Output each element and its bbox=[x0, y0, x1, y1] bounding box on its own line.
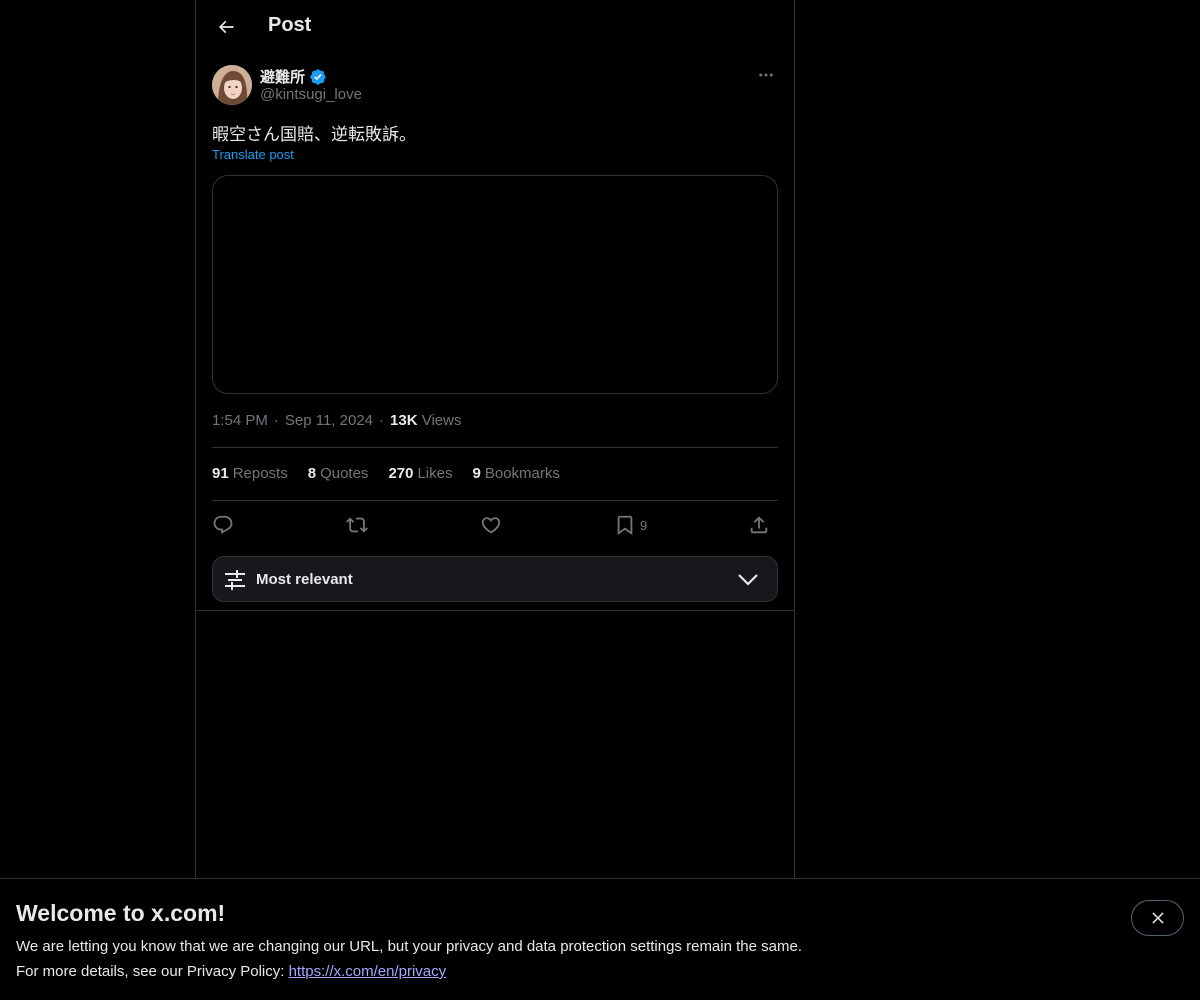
translate-post-link[interactable]: Translate post bbox=[212, 147, 294, 162]
close-icon bbox=[1151, 912, 1164, 924]
post-date[interactable]: Sep 11, 2024 bbox=[285, 412, 373, 429]
privacy-policy-link[interactable]: https://x.com/en/privacy bbox=[289, 963, 447, 980]
avatar[interactable] bbox=[212, 65, 252, 105]
meta-separator: · bbox=[273, 412, 279, 429]
stat-reposts[interactable]: 91 Reposts bbox=[212, 465, 288, 482]
banner-privacy-line: For more details, see our Privacy Policy… bbox=[16, 963, 446, 980]
stat-likes[interactable]: 270 Likes bbox=[388, 465, 452, 482]
stat-label: Quotes bbox=[320, 465, 369, 482]
display-name[interactable]: 避難所 bbox=[260, 66, 305, 87]
divider bbox=[212, 447, 778, 448]
like-button[interactable] bbox=[480, 510, 502, 540]
post-meta: 1:54 PM · Sep 11, 2024 · 13K Views bbox=[212, 412, 461, 429]
section-divider bbox=[196, 610, 794, 611]
stat-count: 8 bbox=[307, 465, 317, 482]
stat-quotes[interactable]: 8 Quotes bbox=[308, 465, 369, 482]
stat-count: 9 bbox=[472, 465, 481, 482]
views-label: Views bbox=[421, 412, 462, 429]
stat-label: Bookmarks bbox=[484, 465, 560, 482]
chevron-down-icon bbox=[738, 574, 758, 586]
page-header: Post bbox=[196, 0, 794, 54]
reply-button[interactable] bbox=[212, 510, 234, 540]
reply-icon bbox=[213, 515, 233, 534]
heart-icon bbox=[481, 517, 501, 534]
post-column: Post 避難所 @kintsugi_love 暇空さん国賠、逆転敗訴。 Tra… bbox=[195, 0, 795, 878]
share-button[interactable] bbox=[748, 510, 770, 540]
share-icon bbox=[750, 516, 768, 534]
display-name-row[interactable]: 避難所 bbox=[260, 66, 327, 87]
verified-badge-icon bbox=[310, 68, 326, 85]
author-handle[interactable]: @kintsugi_love bbox=[260, 86, 362, 103]
stat-label: Likes bbox=[417, 465, 453, 482]
post-media[interactable] bbox=[212, 175, 778, 394]
views-count-group: 13K Views bbox=[390, 412, 461, 429]
post-text: 暇空さん国賠、逆転敗訴。 bbox=[212, 125, 416, 145]
repost-icon bbox=[346, 517, 368, 533]
avatar-image bbox=[212, 65, 252, 105]
bookmark-icon bbox=[617, 515, 633, 536]
meta-separator: · bbox=[379, 412, 385, 429]
banner-privacy-prefix: For more details, see our Privacy Policy… bbox=[16, 963, 289, 980]
post-time[interactable]: 1:54 PM bbox=[212, 412, 268, 429]
back-button[interactable] bbox=[208, 9, 244, 45]
more-dots-icon bbox=[759, 73, 773, 77]
post-actions: 9 bbox=[212, 510, 778, 540]
stat-count: 270 bbox=[388, 465, 414, 482]
sliders-icon bbox=[225, 570, 245, 590]
stat-bookmarks[interactable]: 9 Bookmarks bbox=[473, 465, 560, 482]
stat-label: Reposts bbox=[232, 465, 288, 482]
divider bbox=[212, 500, 778, 501]
arrow-left-icon bbox=[218, 20, 234, 34]
post-stats: 91 Reposts 8 Quotes 270 Likes 9 Bookmarks bbox=[212, 465, 560, 482]
bookmark-button[interactable]: 9 bbox=[614, 510, 647, 540]
post-author: 避難所 @kintsugi_love bbox=[212, 64, 778, 108]
close-banner-button[interactable] bbox=[1131, 900, 1184, 936]
welcome-banner: Welcome to x.com! We are letting you kno… bbox=[0, 878, 1200, 1000]
more-options-button[interactable] bbox=[754, 64, 778, 86]
banner-title: Welcome to x.com! bbox=[16, 900, 226, 926]
sort-label: Most relevant bbox=[256, 571, 353, 588]
reply-sort-dropdown[interactable]: Most relevant bbox=[212, 556, 778, 602]
repost-button[interactable] bbox=[346, 510, 368, 540]
page-title: Post bbox=[268, 14, 312, 36]
banner-message: We are letting you know that we are chan… bbox=[16, 938, 802, 955]
stat-count: 91 bbox=[212, 465, 229, 482]
views-count: 13K bbox=[390, 412, 418, 429]
bookmark-count: 9 bbox=[640, 517, 648, 533]
